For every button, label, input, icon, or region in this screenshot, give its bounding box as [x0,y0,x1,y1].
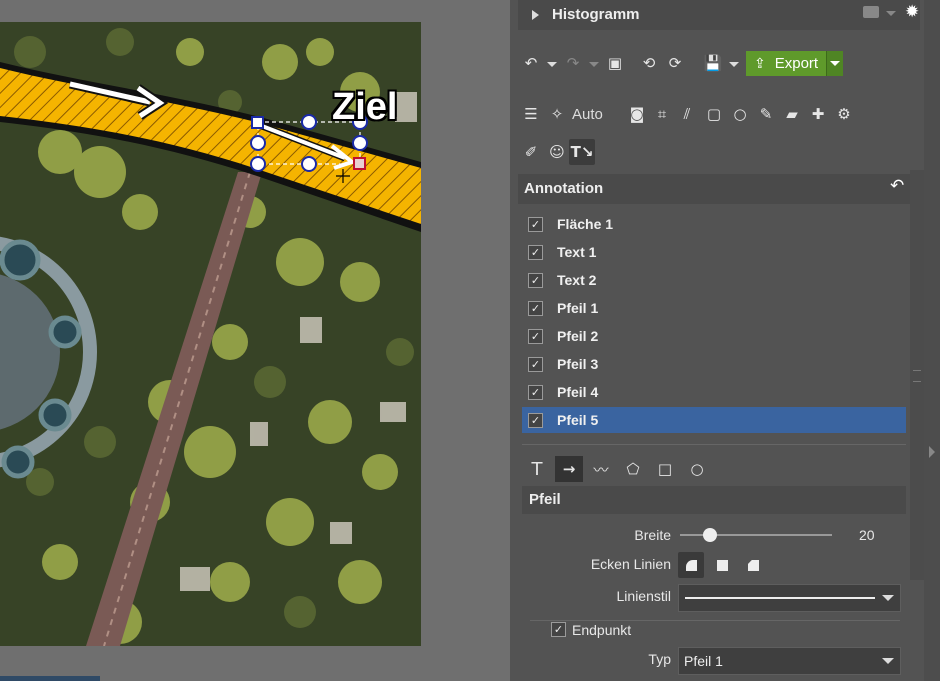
undo-icon[interactable]: ↶ [520,52,542,74]
breite-slider[interactable] [680,528,832,542]
corner-bevel-icon[interactable] [748,560,759,571]
breite-slider-knob[interactable] [703,528,718,542]
camera-icon[interactable] [863,6,879,18]
redo-icon[interactable]: ↷ [562,52,584,74]
divider [530,620,900,621]
layer-item[interactable]: ✓ Fläche 1 [522,211,906,237]
camera-tool-icon[interactable]: ◙ [626,103,648,125]
typ-label: Typ [648,651,671,667]
solid-line-preview [685,597,875,599]
layer-item-selected[interactable]: ✓ Pfeil 5 [522,407,906,433]
layer-label: Fläche 1 [557,216,614,232]
save-dropdown-icon[interactable] [729,62,739,67]
layer-checkbox[interactable]: ✓ [528,356,543,372]
circle-icon[interactable]: ○ [729,103,751,125]
export-chevron-icon [830,61,840,66]
typ-select[interactable]: Pfeil 1 [678,647,901,675]
annotation-title: Annotation [524,180,604,197]
pen-icon[interactable]: ✐ [520,141,542,163]
divider [522,444,906,445]
layer-item[interactable]: ✓ Pfeil 1 [522,295,906,321]
bandage-icon[interactable]: ✚ [807,103,829,125]
eraser-icon[interactable]: ▰ [781,103,803,125]
save-icon[interactable]: 💾 [702,52,724,74]
magic-wand-icon[interactable]: ✧ [546,103,568,125]
perspective-icon[interactable]: ⫽ [676,103,698,125]
sliders-icon[interactable]: ☰ [520,103,542,125]
ecken-linien-label: Ecken Linien [590,556,671,572]
breite-value: 20 [859,527,875,543]
histogram-title: Histogramm [552,6,640,23]
brush-icon[interactable]: ✎ [755,103,777,125]
polyline-tool-icon[interactable]: 〰 [590,458,612,480]
gear-icon[interactable]: ⚙ [833,103,855,125]
chevron-down-icon[interactable] [886,11,896,16]
export-dropdown[interactable] [826,51,843,76]
layer-label: Text 1 [557,244,597,260]
layer-checkbox[interactable]: ✓ [528,216,543,232]
endpunkt-label: Endpunkt [572,622,632,638]
linienstil-select[interactable] [678,584,901,612]
expand-triangle-icon[interactable] [532,10,539,20]
text-box-icon[interactable]: ▢ [703,103,725,125]
rotate-right-icon[interactable]: ⟳ [664,52,686,74]
text-tool-icon[interactable]: T [526,458,548,480]
endpunkt-checkbox[interactable]: ✓ [551,622,566,637]
polygon-tool-icon[interactable]: ⬠ [622,458,644,480]
histogram-header[interactable]: Histogramm ✹ [518,0,920,30]
corner-square-icon[interactable] [717,560,728,571]
layer-label: Pfeil 2 [557,328,599,344]
layer-label: Text 2 [557,272,597,288]
mask-icon[interactable]: ☺ [546,141,568,163]
ziel-text-annotation[interactable]: Ziel [332,86,397,129]
image-canvas[interactable]: Ziel [0,0,510,681]
chevron-down-icon [882,595,894,601]
typ-value: Pfeil 1 [684,653,723,669]
layer-item[interactable]: ✓ Pfeil 2 [522,323,906,349]
scrollbar[interactable] [910,170,924,580]
annotation-header: Annotation ↶ [518,174,910,204]
reset-icon[interactable]: ↶ [890,176,904,196]
pfeil-header: Pfeil [522,486,906,514]
layer-label: Pfeil 3 [557,356,599,372]
layer-checkbox[interactable]: ✓ [528,384,543,400]
ellipse-tool-icon[interactable]: ○ [686,458,708,480]
layer-checkbox[interactable]: ✓ [528,244,543,260]
layer-checkbox[interactable]: ✓ [528,272,543,288]
layer-label: Pfeil 5 [557,412,599,428]
layer-checkbox[interactable]: ✓ [528,412,543,428]
layer-checkbox[interactable]: ✓ [528,300,543,316]
export-icon: ⇪ [754,55,766,72]
arrow-tool-icon[interactable]: → [555,456,583,482]
pfeil-title: Pfeil [529,491,561,508]
corner-round-icon [686,560,697,571]
layer-item[interactable]: ✓ Text 2 [522,267,906,293]
crop-icon[interactable]: ⌗ [651,103,673,125]
layer-checkbox[interactable]: ✓ [528,328,543,344]
scroll-grip-icon [913,370,921,382]
image-icon[interactable]: ▣ [604,52,626,74]
auto-label[interactable]: Auto [572,106,603,123]
text-annotation-icon[interactable]: T↘ [569,139,595,165]
layer-label: Pfeil 4 [557,384,599,400]
layer-item[interactable]: ✓ Pfeil 4 [522,379,906,405]
corner-round-button[interactable] [678,552,704,578]
undo-dropdown-icon[interactable] [547,62,557,67]
rotate-left-icon[interactable]: ⟲ [638,52,660,74]
panel-collapse-strip[interactable] [924,0,940,681]
redo-dropdown-icon[interactable] [589,62,599,67]
chevron-down-icon [882,658,894,664]
rectangle-tool-icon[interactable]: □ [654,458,676,480]
sun-icon[interactable]: ✹ [905,2,919,22]
export-label: Export [774,55,819,72]
right-panel: Histogramm ✹ ↶ ↷ ▣ ⟲ ⟳ 💾 ⇪ Export ☰ ✧ Au… [510,0,940,681]
layer-item[interactable]: ✓ Pfeil 3 [522,351,906,377]
aerial-photo[interactable]: Ziel [0,22,421,646]
breite-label: Breite [634,527,671,543]
linienstil-label: Linienstil [616,588,671,604]
layer-label: Pfeil 1 [557,300,599,316]
layer-item[interactable]: ✓ Text 1 [522,239,906,265]
chevron-right-icon[interactable] [929,446,935,458]
canvas-bottom-strip [0,676,100,681]
